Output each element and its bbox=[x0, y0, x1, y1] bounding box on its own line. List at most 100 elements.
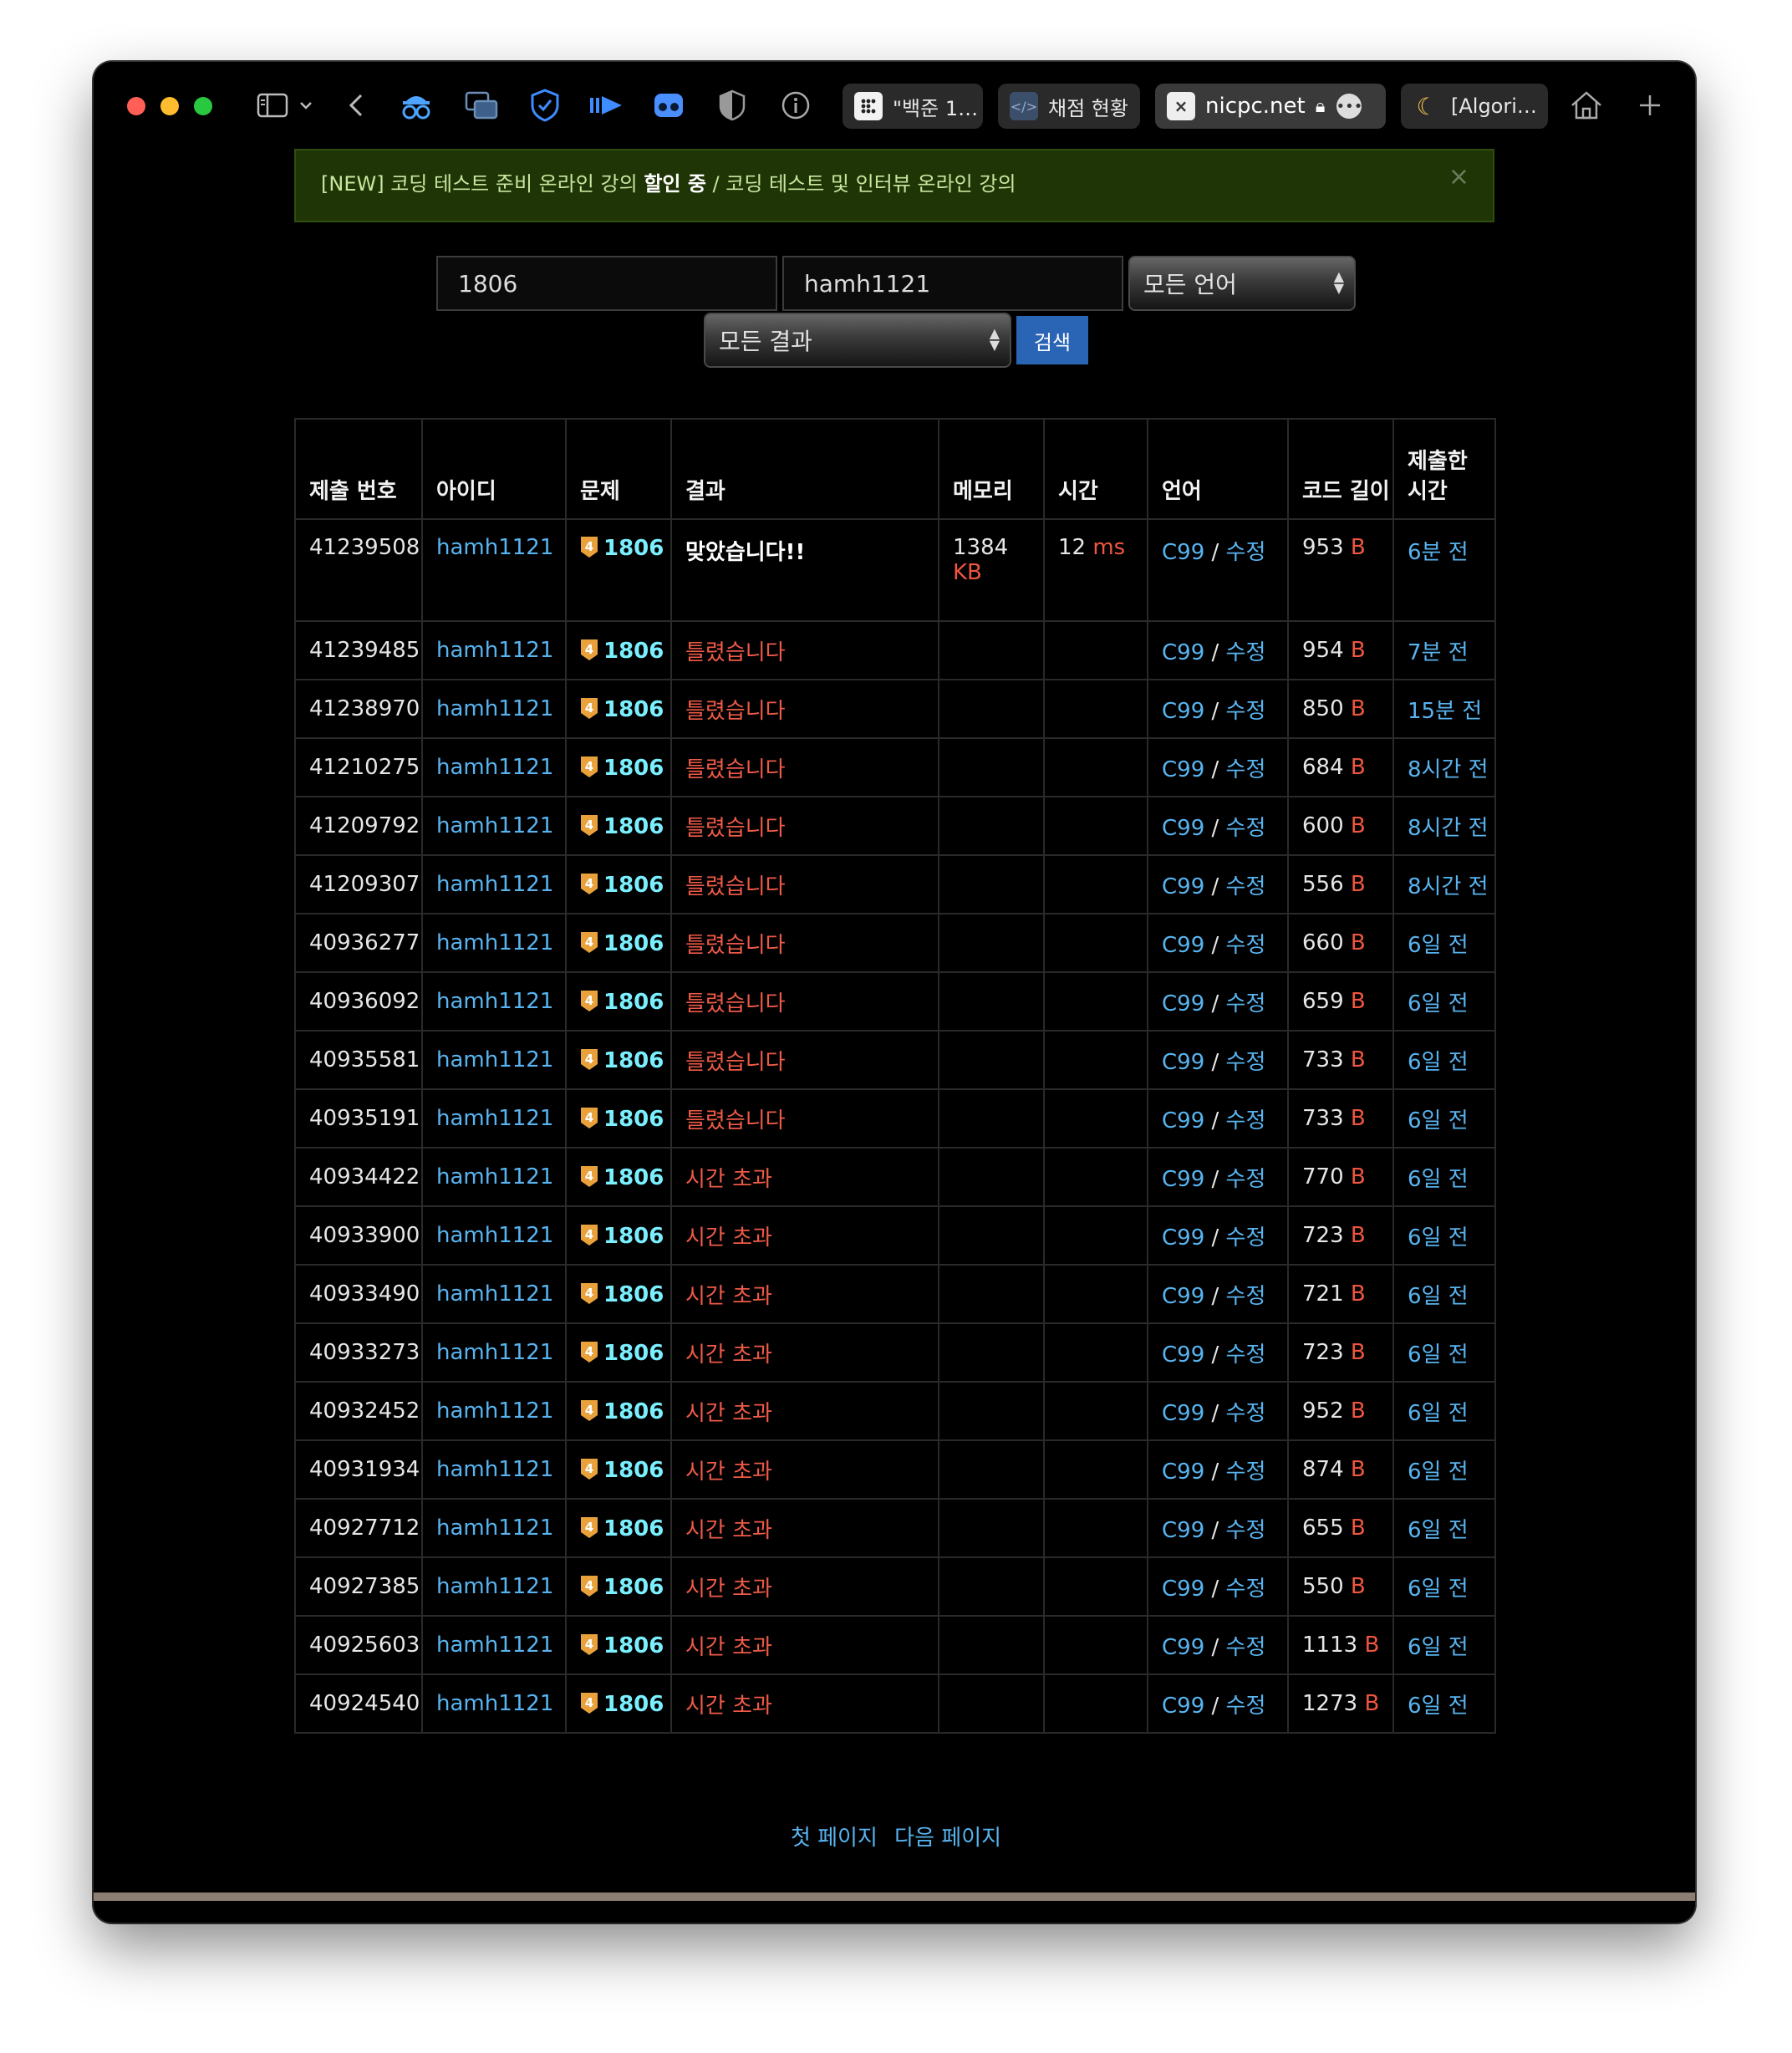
user-link[interactable]: hamh1121 bbox=[436, 638, 553, 663]
first-page-link[interactable]: 첫 페이지 bbox=[791, 1826, 878, 1851]
language-link[interactable]: C99 bbox=[1162, 933, 1204, 958]
submitted-time-link[interactable]: 6일 전 bbox=[1408, 1225, 1469, 1251]
problem-link[interactable]: 1806 bbox=[603, 1107, 664, 1132]
language-link[interactable]: C99 bbox=[1162, 1167, 1204, 1192]
edit-link[interactable]: 수정 bbox=[1226, 991, 1266, 1016]
tab-status[interactable]: </> 채점 현황 bbox=[998, 84, 1140, 129]
more-icon[interactable]: ••• bbox=[1336, 94, 1362, 119]
tab-baekjoon-problem[interactable]: "백준 1… bbox=[843, 84, 983, 129]
edit-link[interactable]: 수정 bbox=[1226, 933, 1266, 958]
user-link[interactable]: hamh1121 bbox=[436, 1457, 553, 1482]
submitted-time-link[interactable]: 6일 전 bbox=[1408, 1460, 1469, 1485]
tab-active-address[interactable]: × nicpc.net 🔒︎ ••• bbox=[1155, 84, 1386, 129]
user-link[interactable]: hamh1121 bbox=[436, 535, 553, 560]
spy-glasses-icon[interactable] bbox=[396, 85, 436, 125]
edit-link[interactable]: 수정 bbox=[1226, 1401, 1266, 1426]
problem-link[interactable]: 1806 bbox=[603, 1692, 664, 1717]
language-link[interactable]: C99 bbox=[1162, 1050, 1204, 1075]
edit-link[interactable]: 수정 bbox=[1226, 1635, 1266, 1660]
edit-link[interactable]: 수정 bbox=[1226, 874, 1266, 899]
half-shield-icon[interactable] bbox=[712, 85, 752, 125]
arrow-play-icon[interactable] bbox=[587, 85, 627, 125]
problem-link[interactable]: 1806 bbox=[603, 1633, 664, 1658]
submitted-time-link[interactable]: 6일 전 bbox=[1408, 1284, 1469, 1309]
sidebar-icon[interactable] bbox=[252, 85, 293, 125]
user-link[interactable]: hamh1121 bbox=[436, 813, 553, 838]
submitted-time-link[interactable]: 6일 전 bbox=[1408, 1518, 1469, 1543]
zoom-window-button[interactable] bbox=[194, 97, 212, 115]
home-icon[interactable] bbox=[1566, 85, 1606, 125]
problem-link[interactable]: 1806 bbox=[603, 1048, 664, 1073]
edit-link[interactable]: 수정 bbox=[1226, 699, 1266, 724]
user-link[interactable]: hamh1121 bbox=[436, 1047, 553, 1072]
problem-link[interactable]: 1806 bbox=[603, 814, 664, 839]
submitted-time-link[interactable]: 6일 전 bbox=[1408, 1694, 1469, 1719]
problem-link[interactable]: 1806 bbox=[603, 873, 664, 898]
problem-link[interactable]: 1806 bbox=[603, 990, 664, 1015]
chevron-down-icon[interactable] bbox=[296, 85, 316, 125]
user-id-input[interactable]: hamh1121 bbox=[782, 256, 1123, 311]
problem-link[interactable]: 1806 bbox=[603, 1224, 664, 1249]
user-link[interactable]: hamh1121 bbox=[436, 1164, 553, 1190]
edit-link[interactable]: 수정 bbox=[1226, 1284, 1266, 1309]
edit-link[interactable]: 수정 bbox=[1226, 1694, 1266, 1719]
problem-link[interactable]: 1806 bbox=[603, 697, 664, 722]
problem-link[interactable]: 1806 bbox=[603, 1165, 664, 1190]
submitted-time-link[interactable]: 15분 전 bbox=[1408, 699, 1482, 724]
shield-check-icon[interactable] bbox=[525, 85, 565, 125]
submitted-time-link[interactable]: 6일 전 bbox=[1408, 1342, 1469, 1368]
submitted-time-link[interactable]: 6일 전 bbox=[1408, 1167, 1469, 1192]
problem-link[interactable]: 1806 bbox=[603, 536, 664, 561]
user-link[interactable]: hamh1121 bbox=[436, 1516, 553, 1541]
edit-link[interactable]: 수정 bbox=[1226, 540, 1266, 565]
close-window-button[interactable] bbox=[127, 97, 145, 115]
edit-link[interactable]: 수정 bbox=[1226, 1460, 1266, 1485]
address-text[interactable]: nicpc.net bbox=[1205, 94, 1306, 119]
language-link[interactable]: C99 bbox=[1162, 699, 1204, 724]
result-select[interactable]: 모든 결과 ▲ ▼ bbox=[704, 313, 1011, 368]
info-icon[interactable] bbox=[776, 85, 816, 125]
user-link[interactable]: hamh1121 bbox=[436, 696, 553, 721]
edit-link[interactable]: 수정 bbox=[1226, 1577, 1266, 1602]
language-link[interactable]: C99 bbox=[1162, 816, 1204, 841]
problem-link[interactable]: 1806 bbox=[603, 1516, 664, 1541]
user-link[interactable]: hamh1121 bbox=[436, 1633, 553, 1658]
notice-text[interactable]: [NEW] 코딩 테스트 준비 온라인 강의 할인 중 / 코딩 테스트 및 인… bbox=[321, 167, 1016, 196]
controller-icon[interactable] bbox=[649, 85, 689, 125]
language-link[interactable]: C99 bbox=[1162, 1694, 1204, 1719]
close-tab-icon[interactable]: × bbox=[1167, 92, 1195, 120]
user-link[interactable]: hamh1121 bbox=[436, 755, 553, 780]
edit-link[interactable]: 수정 bbox=[1226, 1050, 1266, 1075]
problem-link[interactable]: 1806 bbox=[603, 639, 664, 664]
edit-link[interactable]: 수정 bbox=[1226, 757, 1266, 782]
user-link[interactable]: hamh1121 bbox=[436, 1398, 553, 1424]
user-link[interactable]: hamh1121 bbox=[436, 872, 553, 897]
problem-link[interactable]: 1806 bbox=[603, 931, 664, 956]
edit-link[interactable]: 수정 bbox=[1226, 1518, 1266, 1543]
edit-link[interactable]: 수정 bbox=[1226, 1108, 1266, 1133]
language-select[interactable]: 모든 언어 ▲ ▼ bbox=[1128, 256, 1356, 311]
language-link[interactable]: C99 bbox=[1162, 1460, 1204, 1485]
submitted-time-link[interactable]: 6분 전 bbox=[1408, 540, 1469, 565]
language-link[interactable]: C99 bbox=[1162, 1577, 1204, 1602]
problem-link[interactable]: 1806 bbox=[603, 1575, 664, 1600]
problem-link[interactable]: 1806 bbox=[603, 1341, 664, 1366]
submitted-time-link[interactable]: 6일 전 bbox=[1408, 1635, 1469, 1660]
plus-icon[interactable] bbox=[1630, 85, 1670, 125]
submitted-time-link[interactable]: 8시간 전 bbox=[1408, 816, 1489, 841]
user-link[interactable]: hamh1121 bbox=[436, 930, 553, 955]
search-button[interactable]: 검색 bbox=[1016, 316, 1088, 364]
edit-link[interactable]: 수정 bbox=[1226, 1225, 1266, 1251]
edit-link[interactable]: 수정 bbox=[1226, 816, 1266, 841]
problem-link[interactable]: 1806 bbox=[603, 1458, 664, 1483]
user-link[interactable]: hamh1121 bbox=[436, 1574, 553, 1599]
language-link[interactable]: C99 bbox=[1162, 874, 1204, 899]
language-link[interactable]: C99 bbox=[1162, 640, 1204, 665]
submitted-time-link[interactable]: 6일 전 bbox=[1408, 1050, 1469, 1075]
windows-icon[interactable] bbox=[461, 85, 501, 125]
submitted-time-link[interactable]: 8시간 전 bbox=[1408, 874, 1489, 899]
user-link[interactable]: hamh1121 bbox=[436, 1340, 553, 1365]
edit-link[interactable]: 수정 bbox=[1226, 1342, 1266, 1368]
language-link[interactable]: C99 bbox=[1162, 1225, 1204, 1251]
problem-link[interactable]: 1806 bbox=[603, 756, 664, 781]
